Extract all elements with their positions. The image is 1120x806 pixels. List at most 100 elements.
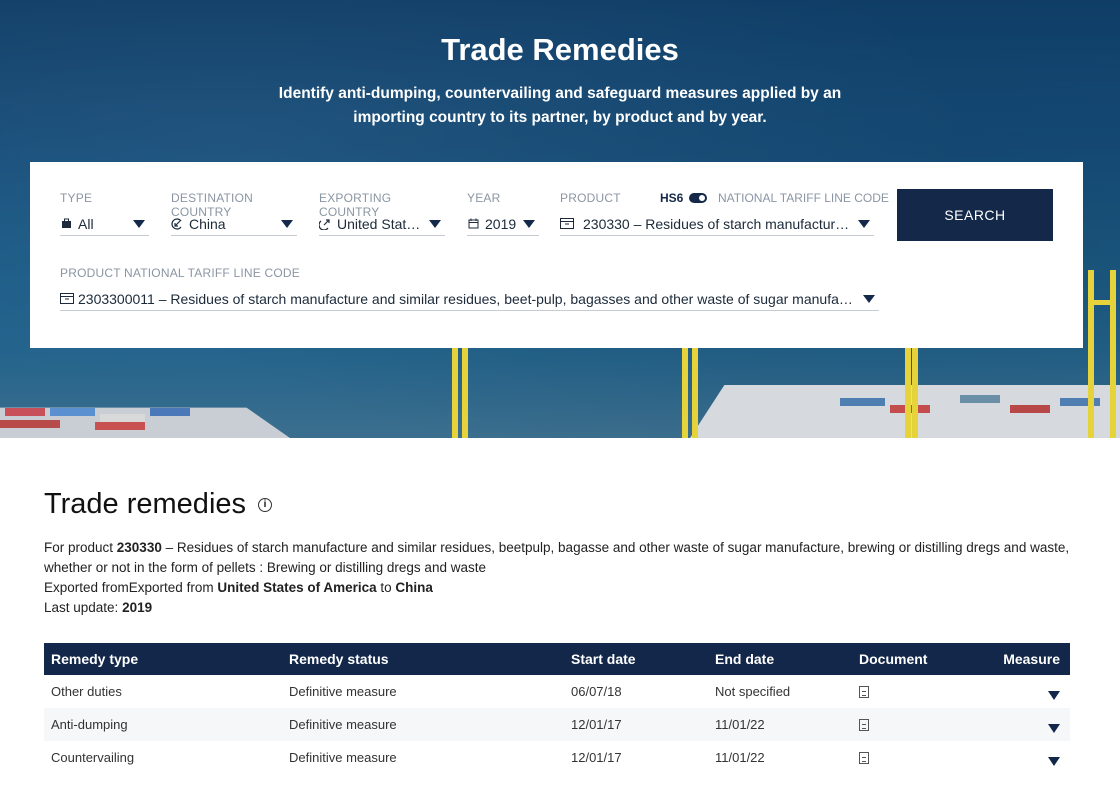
from-country: United States of America [217, 580, 377, 595]
crane-image [905, 348, 911, 438]
product-ntl-label: PRODUCT NATIONAL TARIFF LINE CODE [60, 266, 300, 280]
cell-end-date: Not specified [715, 684, 791, 699]
container-image [150, 408, 190, 416]
exporting-value: United State… [337, 215, 423, 232]
exported-line: Exported fromExported from United States… [44, 578, 1074, 598]
exported-prefix: Exported fromExported from [44, 580, 218, 595]
container-image [0, 420, 60, 428]
search-panel: TYPE All DESTINATION COUNTRY China EXPOR… [30, 162, 1083, 348]
briefcase-icon [60, 218, 72, 230]
product-code: 230330 [116, 540, 162, 555]
chevron-down-icon[interactable] [858, 219, 870, 228]
pdf-icon[interactable] [859, 751, 869, 764]
cell-measure [1048, 741, 1060, 774]
chevron-down-icon[interactable] [1048, 691, 1060, 700]
header-end-date[interactable]: End date [715, 643, 774, 675]
container-image [50, 408, 95, 416]
type-label: TYPE [60, 191, 93, 205]
for-product-prefix: For product [44, 540, 117, 555]
header-start-date[interactable]: Start date [571, 643, 636, 675]
cell-start-date: 12/01/17 [571, 717, 622, 732]
cell-remedy-type: Anti-dumping [51, 717, 128, 732]
results-title: Trade remedies i [44, 488, 273, 521]
arrow-in-icon [171, 217, 183, 230]
table-header: Remedy type Remedy status Start date End… [44, 643, 1070, 675]
header-remedy-type[interactable]: Remedy type [51, 643, 138, 675]
cell-remedy-status: Definitive measure [289, 717, 397, 732]
type-filter: TYPE All [60, 191, 149, 236]
cell-measure [1048, 675, 1060, 708]
hs6-toggle[interactable] [689, 193, 708, 203]
cell-remedy-type: Countervailing [51, 750, 135, 765]
exporting-select[interactable]: United State… [319, 212, 445, 236]
crane-image [1088, 270, 1094, 438]
box-icon [560, 218, 574, 230]
header-remedy-status[interactable]: Remedy status [289, 643, 389, 675]
product-ntl-filter: PRODUCT NATIONAL TARIFF LINE CODE 230330… [60, 266, 879, 311]
crane-image [692, 348, 698, 438]
chevron-down-icon[interactable] [133, 219, 145, 228]
crane-image [1110, 270, 1116, 438]
year-select[interactable]: 2019 [467, 212, 539, 236]
year-label: YEAR [467, 191, 501, 205]
crane-image [462, 348, 468, 438]
pdf-icon[interactable] [859, 718, 869, 731]
to-country: China [395, 580, 433, 595]
product-select[interactable]: 230330 – Residues of starch manufacture … [560, 212, 874, 236]
results-description: For product 230330 – Residues of starch … [44, 538, 1074, 618]
container-image [1060, 398, 1100, 406]
crane-image [912, 348, 918, 438]
year-filter: YEAR 2019 [467, 191, 539, 236]
last-update-line: Last update: 2019 [44, 598, 1074, 618]
arrow-out-icon [319, 218, 331, 230]
type-value: All [78, 215, 94, 232]
table-row: Countervailing Definitive measure 12/01/… [44, 741, 1070, 774]
cell-measure [1048, 708, 1060, 741]
destination-select[interactable]: China [171, 212, 297, 236]
cell-remedy-type: Other duties [51, 684, 122, 699]
type-select[interactable]: All [60, 212, 149, 236]
box-icon [60, 293, 74, 305]
chevron-down-icon[interactable] [863, 294, 875, 303]
info-icon[interactable]: i [258, 497, 273, 512]
destination-filter: DESTINATION COUNTRY China [171, 191, 297, 236]
results-title-text: Trade remedies [44, 488, 247, 520]
year-value: 2019 [485, 215, 517, 232]
product-ntl-select[interactable]: 2303300011 – Residues of starch manufact… [60, 287, 879, 311]
last-update-prefix: Last update: [44, 600, 123, 615]
container-image [100, 414, 145, 422]
container-image [960, 395, 1000, 403]
page-subtitle: Identify anti-dumping, countervailing an… [278, 85, 842, 126]
pdf-icon[interactable] [859, 685, 869, 698]
to-text: to [376, 580, 396, 595]
chevron-down-icon[interactable] [429, 219, 441, 228]
cell-start-date: 06/07/18 [571, 684, 622, 699]
crane-image [682, 348, 688, 438]
table-row: Anti-dumping Definitive measure 12/01/17… [44, 708, 1070, 741]
product-ntl-value: 2303300011 – Residues of starch manufact… [78, 290, 857, 307]
cell-end-date: 11/01/22 [715, 717, 765, 732]
table-row: Other duties Definitive measure 06/07/18… [44, 675, 1070, 708]
product-value: 230330 – Residues of starch manufacture … [583, 215, 852, 232]
cell-end-date: 11/01/22 [715, 750, 765, 765]
cell-remedy-status: Definitive measure [289, 750, 397, 765]
chevron-down-icon[interactable] [523, 219, 535, 228]
chevron-down-icon[interactable] [1048, 757, 1060, 766]
chevron-down-icon[interactable] [281, 219, 293, 228]
header-measure[interactable]: Measure [1003, 643, 1060, 675]
container-image [5, 408, 45, 416]
crane-image [452, 348, 458, 438]
chevron-down-icon[interactable] [1048, 724, 1060, 733]
crane-image [1088, 300, 1116, 305]
search-button[interactable]: SEARCH [897, 189, 1053, 241]
container-image [840, 398, 885, 406]
header-document[interactable]: Document [859, 643, 927, 675]
destination-label: DESTINATION COUNTRY [171, 191, 253, 219]
hs6-toggle-group: HS6 [660, 191, 708, 205]
cell-document [859, 675, 869, 708]
calendar-icon [467, 218, 479, 230]
cell-document [859, 708, 869, 741]
product-description: – Residues of starch manufacture and sim… [44, 540, 1070, 575]
destination-value: China [189, 215, 226, 232]
cell-start-date: 12/01/17 [571, 750, 622, 765]
